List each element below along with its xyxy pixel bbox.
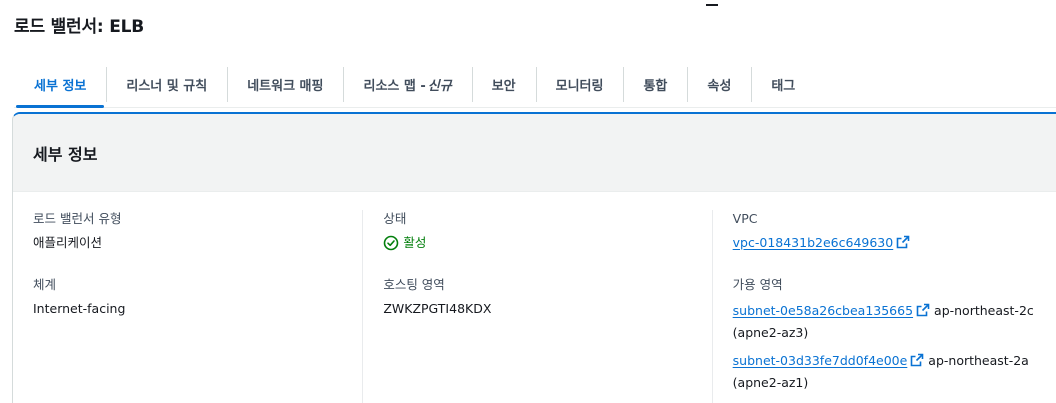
tab-resource-map[interactable]: 리소스 맵 - 신규 xyxy=(343,62,471,107)
status-badge: 활성 xyxy=(383,234,711,252)
subnet-link[interactable]: subnet-03d33fe7dd0f4e00e xyxy=(733,353,908,368)
tab-label: 속성 xyxy=(707,79,732,94)
tab-tags[interactable]: 태그 xyxy=(751,62,815,107)
lb-type-field: 로드 밸런서 유형 애플리케이션 xyxy=(33,210,362,252)
external-link-icon[interactable] xyxy=(910,353,924,367)
tab-label: 네트워크 매핑 xyxy=(247,79,324,94)
tab-listeners-rules[interactable]: 리스너 및 규칙 xyxy=(106,62,227,107)
subnet-link[interactable]: subnet-0e58a26cbea135665 xyxy=(733,303,913,318)
scheme-field: 체계 Internet-facing xyxy=(33,276,362,318)
lb-type-label: 로드 밸런서 유형 xyxy=(33,211,122,226)
tab-label: 모니터링 xyxy=(555,79,604,94)
external-link-icon[interactable] xyxy=(916,303,930,317)
subnet-item: subnet-0e58a26cbea135665 ap-northeast-2c… xyxy=(733,300,1043,344)
hosted-zone-field: 호스팅 영역 ZWKZPGTI48KDX xyxy=(383,276,711,318)
tab-attributes[interactable]: 속성 xyxy=(687,62,751,107)
tab-network-mapping[interactable]: 네트워크 매핑 xyxy=(227,62,343,107)
subnet-item: subnet-03d33fe7dd0f4e00e ap-northeast-2a… xyxy=(733,350,1043,394)
tab-label: 리스너 및 규칙 xyxy=(126,79,208,94)
vpc-link[interactable]: vpc-018431b2e6c649630 xyxy=(733,235,894,250)
hosted-zone-label: 호스팅 영역 xyxy=(383,277,445,292)
details-column-1: 로드 밸런서 유형 애플리케이션 체계 Internet-facing xyxy=(13,210,362,403)
az-label: 가용 영역 xyxy=(732,277,783,292)
tab-label: 보안 xyxy=(491,79,516,94)
page-title: 로드 밸런서: ELB xyxy=(14,17,145,37)
state-field: 상태 활성 xyxy=(383,210,711,252)
az-field: 가용 영역 subnet-0e58a26cbea135665 ap-northe… xyxy=(733,276,1056,394)
tab-label: 태그 xyxy=(771,79,796,94)
vpc-field: VPC vpc-018431b2e6c649630 xyxy=(733,210,1056,252)
tab-details[interactable]: 세부 정보 xyxy=(14,62,106,108)
vpc-label: VPC xyxy=(732,211,758,226)
tab-monitoring[interactable]: 모니터링 xyxy=(535,62,624,107)
check-circle-icon xyxy=(384,235,399,251)
state-label: 상태 xyxy=(383,211,407,226)
lb-type-value: 애플리케이션 xyxy=(33,235,103,250)
tab-security[interactable]: 보안 xyxy=(471,62,536,107)
tab-label: 세부 정보 xyxy=(34,79,87,94)
details-panel: 세부 정보 로드 밸런서 유형 애플리케이션 체계 Internet-facin… xyxy=(12,112,1056,403)
external-link-icon[interactable] xyxy=(896,235,910,249)
new-badge: 신규 xyxy=(427,79,452,94)
tab-label: 리소스 맵 - xyxy=(363,79,426,94)
details-column-3: VPC vpc-018431b2e6c649630 가용 영역 subnet-0… xyxy=(711,210,1056,403)
tab-bar: 세부 정보 리스너 및 규칙 네트워크 매핑 리소스 맵 - 신규 보안 모니터… xyxy=(14,62,1056,108)
scheme-label: 체계 xyxy=(33,277,57,292)
tab-label: 통합 xyxy=(643,79,668,94)
tab-integrations[interactable]: 통합 xyxy=(623,62,687,107)
hosted-zone-value: ZWKZPGTI48KDX xyxy=(383,301,492,316)
scheme-value: Internet-facing xyxy=(33,301,126,316)
details-panel-header: 세부 정보 xyxy=(13,114,1056,192)
details-columns: 로드 밸런서 유형 애플리케이션 체계 Internet-facing 상태 활… xyxy=(13,210,1056,403)
window-handle xyxy=(706,4,718,6)
details-heading: 세부 정보 xyxy=(33,144,98,164)
state-value: 활성 xyxy=(403,235,427,250)
details-column-2: 상태 활성 호스팅 영역 ZWKZPGTI48KDX xyxy=(362,210,711,403)
